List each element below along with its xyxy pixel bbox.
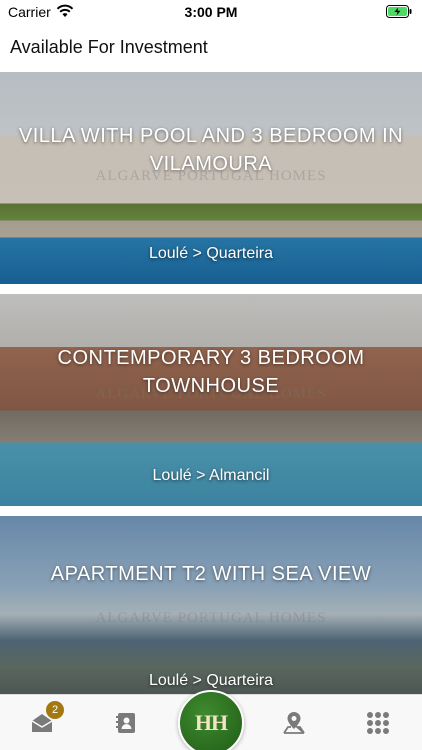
tab-map[interactable]: [264, 695, 324, 750]
watermark: ALGARVE PORTUGAL HOMES: [95, 610, 327, 626]
home-button[interactable]: HH: [178, 690, 244, 750]
contacts-icon: [116, 713, 135, 733]
status-bar: Carrier 3:00 PM: [0, 0, 422, 24]
listing-card[interactable]: ALGARVE PORTUGAL HOMES APARTMENT T2 WITH…: [0, 516, 422, 694]
listing-location: Loulé > Quarteira: [148, 245, 274, 262]
header: Available For Investment: [0, 24, 422, 72]
listing-title: CONTEMPORARY 3 BEDROOM TOWNHOUSE: [57, 347, 365, 397]
tab-contacts[interactable]: [96, 695, 156, 750]
battery-charging-icon: [386, 5, 412, 18]
tab-messages[interactable]: 2: [12, 695, 72, 750]
messages-badge: 2: [46, 701, 64, 719]
listing-title: APARTMENT T2 WITH SEA VIEW: [50, 563, 372, 585]
map-pin-icon: [283, 712, 305, 734]
listing-location: Loulé > Almancil: [152, 467, 270, 484]
status-time: 3:00 PM: [184, 4, 238, 20]
tab-menu[interactable]: [348, 695, 408, 750]
listing-card[interactable]: ALGARVE PORTUGAL HOMES CONTEMPORARY 3 BE…: [0, 294, 422, 506]
photo-overlay: [0, 516, 422, 694]
listing-location: Loulé > Quarteira: [148, 672, 274, 689]
listing-card[interactable]: ALGARVE PORTUGAL HOMES VILLA WITH POOL A…: [0, 72, 422, 284]
grid-icon: [367, 712, 389, 734]
page-title: Available For Investment: [10, 37, 208, 57]
home-logo-icon: HH: [194, 710, 228, 735]
listing-title: VILLA WITH POOL AND 3 BEDROOM IN VILAMOU…: [18, 125, 404, 175]
